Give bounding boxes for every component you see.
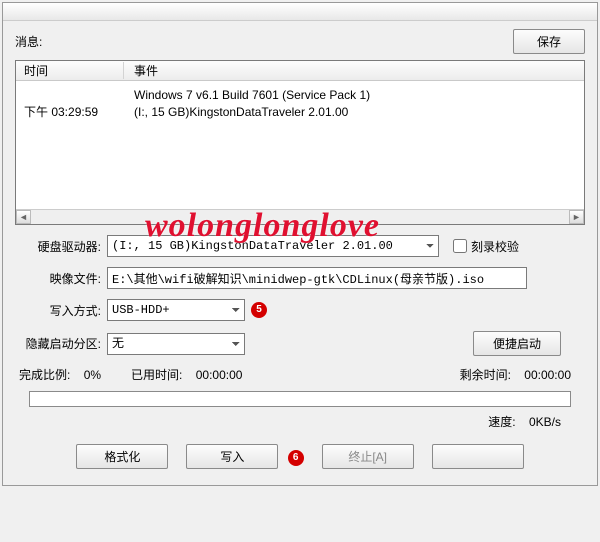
cell-time: 下午 03:29:59: [16, 87, 124, 121]
elapsed-label: 已用时间:: [131, 368, 182, 382]
bottom-buttons: 格式化 写入 6 终止[A]: [15, 440, 585, 469]
event-list: 时间 事件 下午 03:29:59 Windows 7 v6.1 Build 7…: [15, 60, 585, 225]
format-button[interactable]: 格式化: [76, 444, 168, 469]
verify-checkbox[interactable]: [453, 239, 467, 253]
image-file-input[interactable]: [107, 267, 527, 289]
event-line: (I:, 15 GB)KingstonDataTraveler 2.01.00: [134, 104, 584, 121]
drive-select[interactable]: (I:, 15 GB)KingstonDataTraveler 2.01.00: [107, 235, 439, 257]
titlebar: [3, 3, 597, 21]
h-scrollbar[interactable]: ◄ ►: [16, 209, 584, 224]
write-mode-label: 写入方式:: [19, 302, 107, 319]
speed-value: 0KB/s: [529, 415, 561, 429]
elapsed-value: 00:00:00: [196, 368, 243, 382]
abort-button[interactable]: 终止[A]: [322, 444, 414, 469]
scroll-track[interactable]: [31, 210, 569, 224]
remain-value: 00:00:00: [524, 368, 571, 382]
callout-5: 5: [251, 302, 267, 318]
hidden-part-select[interactable]: 无: [107, 333, 245, 355]
save-button[interactable]: 保存: [513, 29, 585, 54]
done-pct-label: 完成比例:: [19, 368, 70, 382]
write-button[interactable]: 写入: [186, 444, 278, 469]
form-area: wolonglonglove 硬盘驱动器: (I:, 15 GB)Kingsto…: [15, 225, 585, 356]
scroll-right-icon[interactable]: ►: [569, 210, 584, 224]
write-mode-select[interactable]: USB-HDD+: [107, 299, 245, 321]
app-window: 消息: 保存 时间 事件 下午 03:29:59 Windows 7 v6.1 …: [2, 2, 598, 486]
remain-label: 剩余时间:: [460, 368, 511, 382]
image-label: 映像文件:: [19, 270, 107, 287]
progress-bar: [29, 391, 571, 407]
speed-label: 速度:: [488, 415, 515, 429]
message-label: 消息:: [15, 33, 42, 50]
list-header: 时间 事件: [16, 61, 584, 81]
table-row[interactable]: 下午 03:29:59 Windows 7 v6.1 Build 7601 (S…: [16, 81, 584, 127]
scroll-left-icon[interactable]: ◄: [16, 210, 31, 224]
verify-label: 刻录校验: [471, 238, 519, 255]
extra-button[interactable]: [432, 444, 524, 469]
drive-label: 硬盘驱动器:: [19, 238, 107, 255]
col-time-header[interactable]: 时间: [16, 62, 124, 79]
event-line: Windows 7 v6.1 Build 7601 (Service Pack …: [134, 87, 584, 104]
hidden-part-label: 隐藏启动分区:: [19, 335, 107, 352]
cell-event: Windows 7 v6.1 Build 7601 (Service Pack …: [124, 87, 584, 121]
done-pct-value: 0%: [84, 368, 101, 382]
callout-6: 6: [288, 450, 304, 466]
speed-row: 速度: 0KB/s: [15, 413, 585, 440]
portable-boot-button[interactable]: 便捷启动: [473, 331, 561, 356]
progress-row: 完成比例: 0% 已用时间: 00:00:00 剩余时间: 00:00:00: [15, 366, 585, 391]
col-event-header[interactable]: 事件: [124, 62, 584, 79]
